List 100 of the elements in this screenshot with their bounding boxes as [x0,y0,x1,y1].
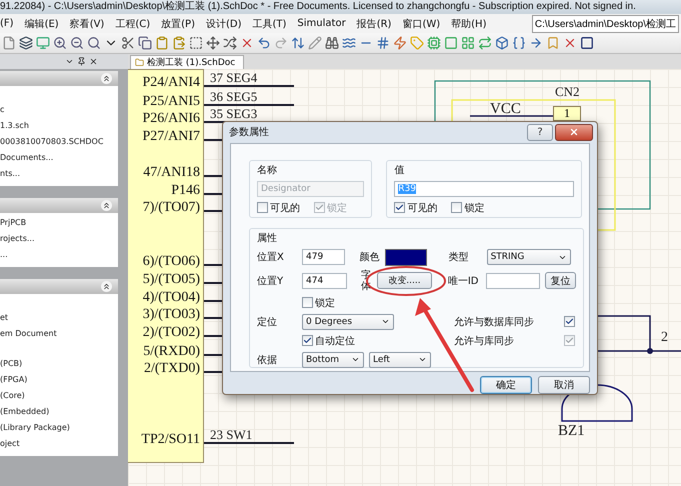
grid-icon[interactable] [461,36,475,50]
wave-icon[interactable] [342,36,356,50]
panel-item[interactable]: (Embedded) [0,404,50,420]
panel-item[interactable]: (Core) [0,388,25,404]
color-swatch[interactable] [385,248,427,266]
checkbox-box[interactable] [394,202,406,214]
checkbox[interactable]: 锁定 [451,200,484,215]
panel-item[interactable]: (FPGA) [0,372,28,388]
panel-item[interactable]: nts... [0,166,20,182]
pin-label: P24/ANI4 [141,75,200,91]
close-button[interactable] [555,124,593,141]
shuffle-icon[interactable] [223,36,237,50]
menu-item[interactable]: 编辑(E) [24,16,59,30]
checkbox[interactable]: 可见的 [394,200,438,215]
pin-label: 47/ANI18 [142,165,200,181]
text-field[interactable]: 474 [302,272,348,289]
net-wire [598,315,651,351]
panel-item[interactable]: PrjPCB [0,215,26,231]
checkbox[interactable]: 自动定位 [302,334,454,348]
panel-item[interactable]: oject [0,436,20,452]
menu-item[interactable]: 设计(D) [206,16,242,30]
panel-item[interactable]: (Library Package) [0,420,70,436]
dialog-button[interactable]: 确定 [480,376,532,394]
collapse-icon[interactable] [101,200,112,211]
square-icon[interactable] [580,36,594,50]
path-field[interactable]: C:\Users\admin\Desktop\检测工 [532,14,679,32]
pin-label: 2/(TXD0) [143,361,200,377]
panel-item[interactable]: et [0,310,8,326]
group-title: 名称 [257,164,277,177]
pin-label: P146 [170,183,200,199]
search-icon[interactable] [87,36,101,50]
panel-item[interactable]: c [0,102,4,118]
checkbox-box[interactable] [302,335,313,346]
cross-icon[interactable] [563,36,577,50]
chip-icon[interactable] [427,36,441,50]
id-field[interactable] [486,272,540,289]
binoculars-icon[interactable] [325,36,339,50]
panel-item[interactable]: 1.3.sch [0,118,29,134]
layers-icon[interactable] [19,36,33,50]
zoom-in-icon[interactable] [53,36,67,50]
checkbox[interactable]: 可见的 [257,200,300,215]
selection-icon[interactable] [189,36,203,50]
menu-item[interactable]: 工具(T) [252,16,286,30]
dialog-title: 参数属性 [229,126,270,140]
paste-icon[interactable] [172,36,186,50]
type-select[interactable]: STRING [486,249,571,266]
panel-item[interactable]: em Document [0,326,57,342]
checkbox-box[interactable] [302,297,313,308]
caret-icon[interactable] [65,57,74,66]
pin-line [204,139,223,140]
checkbox-box[interactable] [451,202,462,214]
change-button[interactable]: 改变..... [377,272,432,290]
menu-item[interactable]: 报告(R) [356,16,392,30]
checkbox-box[interactable] [564,316,575,328]
pin-line [204,193,223,194]
arrow-icon[interactable] [529,36,543,50]
box-icon[interactable] [495,36,509,50]
zoom-out-icon[interactable] [70,36,84,50]
reset-button[interactable]: 复位 [544,272,576,290]
checkbox[interactable]: 锁定 [302,296,335,310]
net-label: 23 SW1 [210,428,252,442]
menu-item[interactable]: 工程(C) [115,16,150,30]
dialog-button[interactable]: 取消 [538,376,590,394]
menu-item[interactable]: 窗口(W) [402,16,440,30]
panel-item[interactable]: ... [0,247,8,263]
bus-icon[interactable] [376,36,390,50]
menu-item[interactable]: 帮助(H) [451,16,486,30]
checkbox-box[interactable] [257,202,268,214]
menu-item[interactable]: 放置(P) [161,16,195,30]
power-icon[interactable] [393,36,407,50]
copy-icon[interactable] [138,36,152,50]
panel-item[interactable]: (PCB) [0,356,22,372]
panel-item[interactable]: rojects... [0,231,34,247]
help-button[interactable]: ? [527,124,553,141]
pin-label: 2)/(TO02) [142,325,200,341]
orientation-select[interactable]: 0 Degrees [302,314,394,330]
collapse-icon[interactable] [101,281,112,292]
clipboard-icon[interactable] [155,36,169,50]
undo-icon[interactable] [257,36,271,50]
collapse-icon[interactable] [101,73,112,84]
panel-item[interactable]: 0003810070803.SCHDOC [0,134,104,150]
vertical-select[interactable]: Bottom [302,352,364,368]
text-field[interactable]: 479 [302,249,346,266]
field-label: 定位 [257,316,278,329]
braces-icon[interactable] [512,36,526,50]
menu-item[interactable]: (F) [0,18,14,29]
move-icon[interactable] [206,36,220,50]
pin-icon[interactable] [77,57,86,66]
pin-label: P26/ANI6 [141,111,200,127]
cut-icon[interactable] [121,36,135,50]
delete-icon[interactable] [240,36,254,50]
menu-item[interactable]: 察看(V) [70,16,104,30]
arrows-icon[interactable] [291,36,305,50]
menu-item[interactable]: Simulator [297,18,346,29]
pin-line [204,210,223,212]
close-icon[interactable] [89,57,98,66]
repeat-icon[interactable] [478,36,492,50]
document-tab[interactable]: 检测工装 (1).SchDoc [130,55,244,69]
horizontal-select[interactable]: Left [369,352,431,368]
panel-item[interactable]: Documents... [0,150,54,166]
